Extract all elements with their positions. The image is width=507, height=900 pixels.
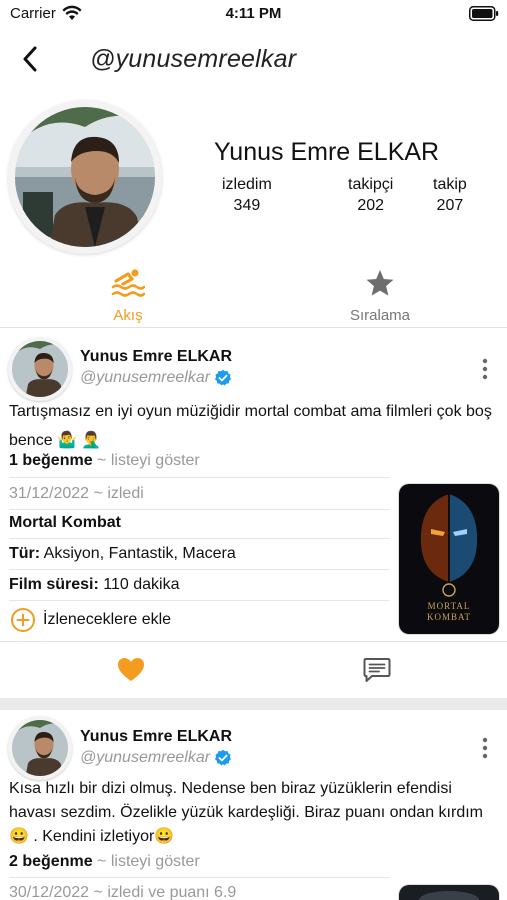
watchlist-label: İzleneceklere ekle — [43, 611, 172, 628]
tab-label: Akış — [113, 307, 143, 324]
tab-ranking[interactable]: Sıralama — [340, 268, 420, 326]
duration-value: 110 dakika — [103, 576, 180, 593]
plus-circle-icon — [11, 608, 35, 632]
page-title: @yunusemreelkar — [90, 45, 297, 73]
genre-value: Aksiyon, Fantastik, Macera — [43, 545, 236, 562]
stat-value: 207 — [436, 197, 464, 214]
stat-label: takipçi — [348, 176, 394, 193]
battery-icon — [469, 6, 499, 21]
like-button[interactable] — [116, 656, 146, 684]
divider — [9, 600, 389, 601]
likes-line: 2 beğenme ~ listeyi göster — [9, 853, 200, 871]
post-author-handle[interactable]: @yunusemreelkar — [80, 369, 232, 387]
post-avatar[interactable] — [8, 337, 72, 401]
watched-date: 30/12/2022 ~ izledi ve puanı 6.9 — [9, 884, 237, 900]
back-button[interactable] — [16, 44, 44, 74]
clock: 4:11 PM — [225, 5, 282, 22]
profile-avatar[interactable] — [8, 100, 162, 254]
stat-label: takip — [433, 176, 467, 193]
divider — [9, 877, 389, 878]
post-text: Kısa hızlı bir dizi olmuş. Nedense ben b… — [9, 780, 483, 845]
more-options-icon[interactable] — [475, 357, 495, 381]
post-author-name[interactable]: Yunus Emre ELKAR — [80, 728, 232, 746]
comment-button[interactable] — [362, 656, 392, 684]
poster-title: KOMBAT — [427, 612, 471, 622]
show-list-link[interactable]: ~ listeyi göster — [97, 853, 200, 870]
avatar — [12, 720, 68, 776]
duration-line: Film süresi: 110 dakika — [9, 576, 179, 594]
avatar — [12, 341, 68, 397]
comment-icon — [363, 658, 391, 682]
movie-poster[interactable]: MORTAL KOMBAT — [399, 484, 499, 634]
stat-watched[interactable]: izledim 349 — [222, 176, 272, 215]
stat-label: izledim — [222, 176, 272, 193]
profile-photo — [15, 107, 155, 247]
swim-icon — [111, 269, 146, 297]
tab-feed[interactable]: Akış — [96, 268, 160, 326]
genre-label: Tür: — [9, 545, 41, 562]
movie-poster[interactable] — [399, 885, 499, 900]
heart-icon — [118, 658, 144, 681]
stat-value: 202 — [357, 197, 385, 214]
likes-line: 1 beğenme ~ listeyi göster — [9, 452, 200, 470]
movie-title[interactable]: Mortal Kombat — [9, 514, 121, 532]
genre-line: Tür: Aksiyon, Fantastik, Macera — [9, 545, 236, 563]
handle-text: @yunusemreelkar — [80, 369, 211, 386]
add-to-watchlist-button[interactable]: İzleneceklere ekle — [10, 607, 171, 633]
likes-count: 2 beğenme — [9, 853, 93, 870]
verified-badge-icon — [215, 369, 232, 386]
more-options-icon[interactable] — [475, 736, 495, 760]
post-separator — [0, 698, 507, 710]
tab-label: Sıralama — [349, 307, 411, 324]
divider — [9, 509, 389, 510]
post-author-handle[interactable]: @yunusemreelkar — [80, 749, 232, 767]
divider — [0, 327, 507, 328]
duration-label: Film süresi: — [9, 576, 99, 593]
verified-badge-icon — [215, 749, 232, 766]
stat-following[interactable]: takip 207 — [433, 176, 467, 215]
post-author-name[interactable]: Yunus Emre ELKAR — [80, 348, 232, 366]
stat-value: 349 — [233, 197, 261, 214]
post-avatar[interactable] — [8, 716, 72, 780]
likes-count: 1 beğenme — [9, 452, 93, 469]
handle-text: @yunusemreelkar — [80, 749, 211, 766]
divider — [9, 569, 389, 570]
show-list-link[interactable]: ~ listeyi göster — [97, 452, 200, 469]
chevron-left-icon — [23, 46, 37, 72]
divider — [0, 641, 507, 642]
stat-followers[interactable]: takipçi 202 — [348, 176, 393, 215]
post-text: Tartışmasız en iyi oyun müziğidir mortal… — [9, 403, 492, 449]
profile-name: Yunus Emre ELKAR — [214, 138, 440, 166]
watched-date: 31/12/2022 ~ izledi — [9, 485, 144, 502]
divider — [9, 477, 389, 478]
status-bar: Carrier 4:11 PM — [0, 0, 507, 28]
star-icon — [366, 270, 394, 296]
poster-title: MORTAL — [428, 601, 471, 611]
divider — [9, 538, 389, 539]
